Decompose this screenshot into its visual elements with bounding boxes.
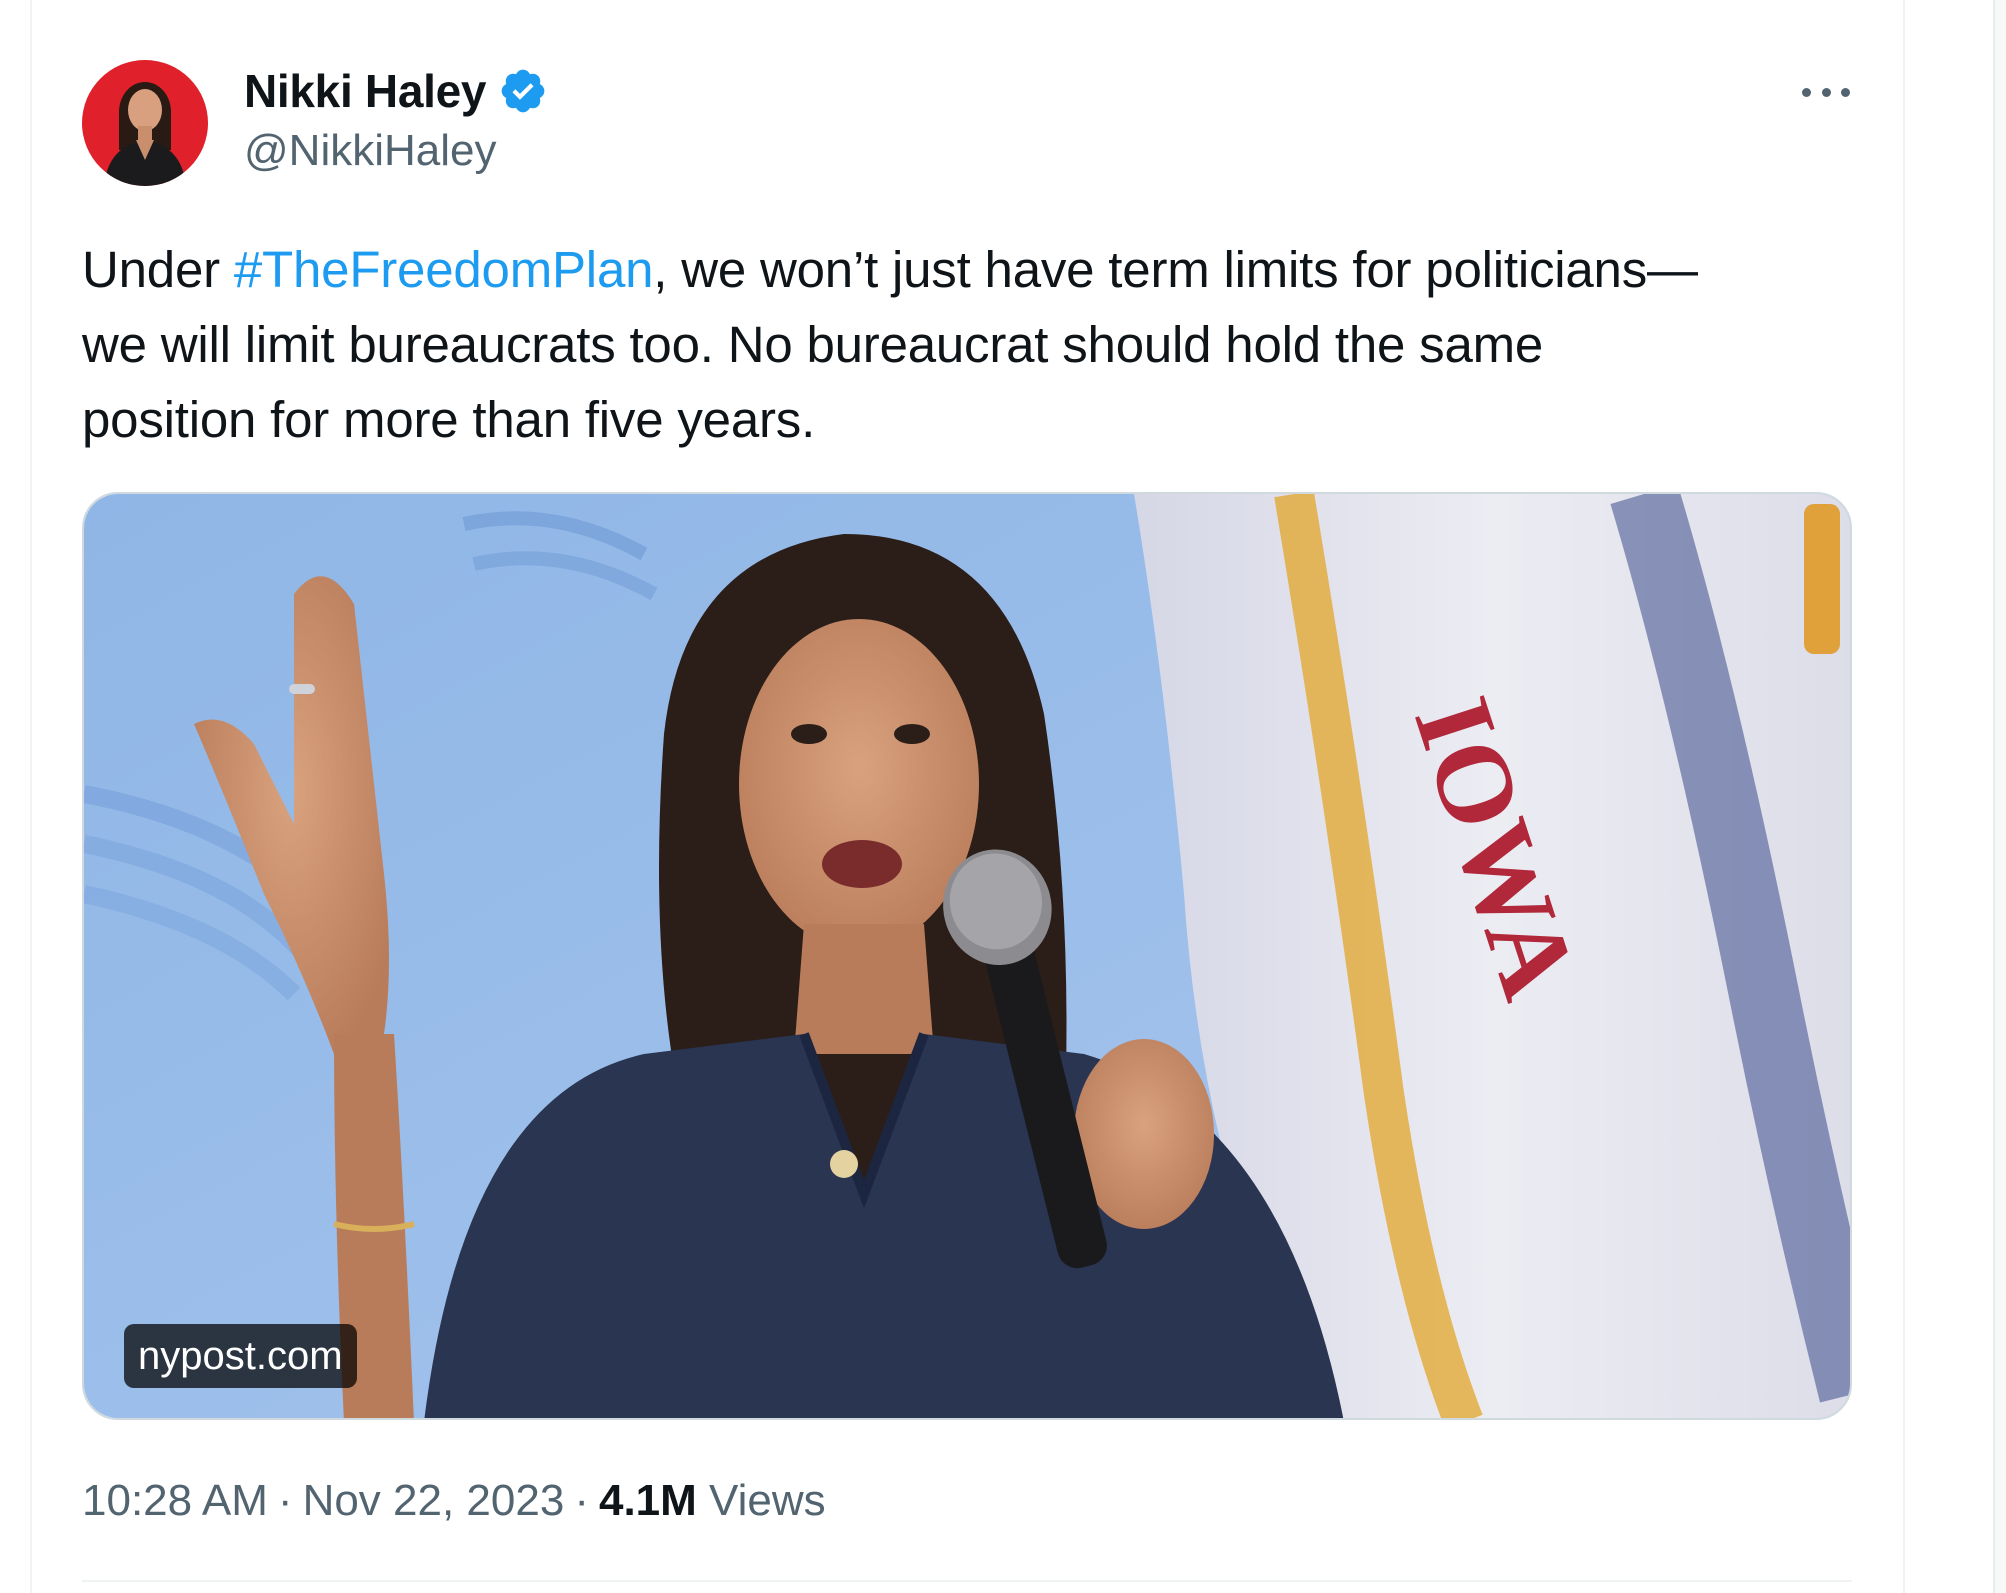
display-name[interactable]: Nikki Haley — [244, 64, 486, 118]
views-label: Views — [709, 1476, 826, 1525]
tweet-time[interactable]: 10:28 AM — [82, 1476, 268, 1525]
more-dot — [1802, 87, 1811, 97]
scrollbar[interactable] — [1993, 0, 2006, 1593]
divider — [82, 1580, 1852, 1582]
more-dot — [1841, 87, 1850, 97]
tweet-meta: 10:28 AM · Nov 22, 2023 · 4.1M Views — [82, 1476, 826, 1526]
more-dot — [1821, 87, 1831, 97]
avatar-image — [82, 60, 208, 186]
verified-badge-icon — [498, 66, 548, 116]
column-border-right — [1903, 0, 1905, 1593]
media-source-badge: nypost.com — [124, 1324, 357, 1388]
tweet-text-suffix: , we won’t just have term limits for pol… — [653, 241, 1698, 298]
more-options-icon[interactable] — [1802, 82, 1850, 102]
tweet-text-line-2: we will limit bureaucrats too. No bureau… — [82, 316, 1544, 373]
column-border-left — [30, 0, 32, 1593]
meta-separator: · — [277, 1476, 293, 1525]
media-photo: IOWA — [84, 494, 1850, 1418]
hashtag-link[interactable]: #TheFreedomPlan — [234, 241, 654, 298]
tweet-text: Under #TheFreedomPlan, we won’t just hav… — [82, 232, 1882, 457]
tweet-text-prefix: Under — [82, 241, 234, 298]
meta-separator: · — [574, 1476, 589, 1525]
avatar[interactable] — [82, 60, 208, 186]
tweet-text-line-3: position for more than five years. — [82, 391, 816, 448]
author-handle[interactable]: @NikkiHaley — [244, 126, 496, 176]
tweet-text-line-1: Under #TheFreedomPlan, we won’t just hav… — [82, 232, 1882, 307]
views-count[interactable]: 4.1M — [599, 1476, 697, 1525]
author-name-row[interactable]: Nikki Haley — [244, 64, 548, 118]
tweet-media-card[interactable]: IOWA nypost.com — [82, 492, 1852, 1420]
tweet-date[interactable]: Nov 22, 2023 — [303, 1476, 565, 1525]
